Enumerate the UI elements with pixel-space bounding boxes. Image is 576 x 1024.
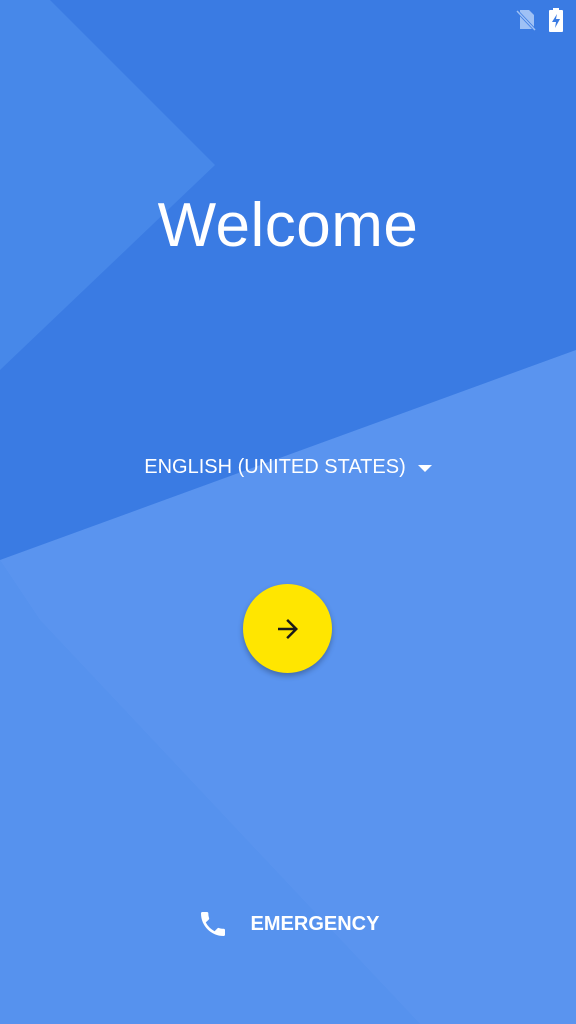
phone-icon xyxy=(200,912,225,936)
arrow-right-icon xyxy=(277,618,298,639)
dropdown-caret-icon xyxy=(417,465,432,472)
emergency-button[interactable]: EMERGENCY xyxy=(0,908,576,940)
welcome-title: Welcome xyxy=(157,191,419,260)
no-sim-icon xyxy=(516,9,536,31)
status-bar xyxy=(516,8,564,32)
language-selector[interactable]: ENGLISH (UNITED STATES) xyxy=(0,456,576,479)
language-label: ENGLISH (UNITED STATES) xyxy=(144,456,406,478)
battery-charging-icon xyxy=(548,8,564,32)
next-button[interactable] xyxy=(243,584,332,673)
emergency-label: EMERGENCY xyxy=(250,912,380,935)
background xyxy=(0,0,576,1024)
